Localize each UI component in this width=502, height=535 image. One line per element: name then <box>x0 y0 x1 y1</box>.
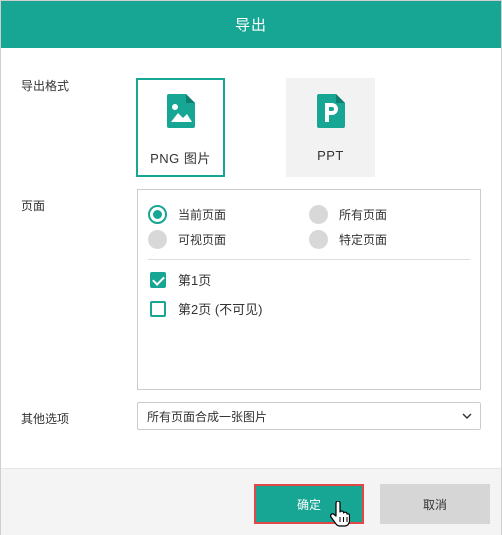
radio-specific-pages[interactable]: 特定页面 <box>309 230 387 249</box>
divider <box>148 259 470 260</box>
radio-circle <box>309 230 328 249</box>
dialog-footer: 确定 取消 <box>1 468 501 535</box>
image-file-icon <box>166 94 195 128</box>
page-checkbox-1[interactable]: 第1页 <box>150 270 211 289</box>
radio-all-pages[interactable]: 所有页面 <box>309 205 387 224</box>
page-checkbox-2[interactable]: 第2页 (不可见) <box>150 299 263 318</box>
checkbox-label: 第2页 (不可见) <box>178 302 263 317</box>
pages-panel: 当前页面 所有页面 可视页面 特定页面 第1页 第2页 (不可见) <box>137 189 481 390</box>
checkbox-box <box>150 300 166 317</box>
format-option-png[interactable]: PNG 图片 <box>136 78 225 177</box>
radio-visible-pages[interactable]: 可视页面 <box>148 230 226 249</box>
dialog-title: 导出 <box>234 17 267 34</box>
radio-current-page[interactable]: 当前页面 <box>148 205 226 224</box>
hand-cursor-icon <box>330 501 350 527</box>
format-option-label: PNG 图片 <box>150 151 211 166</box>
select-value: 所有页面合成一张图片 <box>147 409 268 424</box>
other-options-select[interactable]: 所有页面合成一张图片 <box>137 402 481 430</box>
radio-circle <box>148 230 167 249</box>
checkbox-label: 第1页 <box>178 273 212 288</box>
radio-circle <box>148 205 167 224</box>
ppt-file-icon <box>316 94 345 128</box>
radio-label: 当前页面 <box>178 208 227 222</box>
export-dialog: 导出 导出格式 PNG 图片 PPT 页面 当前页面 所有页面 可视页面 特定页… <box>0 0 502 535</box>
format-option-ppt[interactable]: PPT <box>286 78 375 177</box>
cancel-button[interactable]: 取消 <box>380 484 490 524</box>
radio-circle <box>309 205 328 224</box>
format-label: 导出格式 <box>21 79 70 93</box>
other-options-label: 其他选项 <box>21 412 70 426</box>
radio-label: 特定页面 <box>339 233 388 247</box>
radio-label: 所有页面 <box>339 208 388 222</box>
pages-label: 页面 <box>21 199 46 213</box>
chevron-down-icon <box>462 413 472 419</box>
format-option-label: PPT <box>317 148 344 163</box>
dialog-header: 导出 <box>1 1 501 48</box>
radio-label: 可视页面 <box>178 233 227 247</box>
checkbox-box <box>150 271 166 288</box>
